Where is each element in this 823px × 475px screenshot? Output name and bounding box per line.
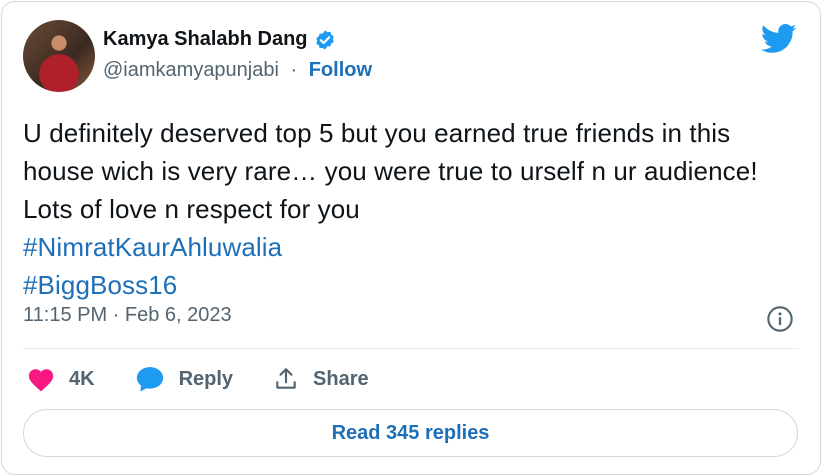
share-label: Share xyxy=(313,367,369,390)
tweet-timestamp[interactable]: 11:15 PM · Feb 6, 2023 xyxy=(23,304,232,327)
display-name[interactable]: Kamya Shalabh Dang xyxy=(103,28,308,51)
like-count: 4K xyxy=(69,367,95,390)
handle-row: @iamkamyapunjabi · Follow xyxy=(103,59,372,82)
tweet-header: Kamya Shalabh Dang @iamkamyapunjabi · Fo… xyxy=(103,28,372,82)
twitter-bird-icon[interactable] xyxy=(761,24,797,56)
reply-bubble-icon xyxy=(136,367,163,392)
reply-button[interactable]: Reply xyxy=(135,365,233,393)
heart-icon xyxy=(28,369,54,392)
name-row: Kamya Shalabh Dang xyxy=(103,28,372,51)
avatar[interactable] xyxy=(23,20,95,92)
follow-link[interactable]: Follow xyxy=(309,59,372,82)
tweet-message: U definitely deserved top 5 but you earn… xyxy=(23,118,758,224)
hashtag-link[interactable]: #NimratKaurAhluwalia xyxy=(23,228,803,266)
verified-badge-icon xyxy=(314,29,336,51)
like-button[interactable]: 4K xyxy=(27,366,95,392)
read-replies-button[interactable]: Read 345 replies xyxy=(23,409,798,457)
hashtag-link[interactable]: #BiggBoss16 xyxy=(23,266,803,304)
info-icon[interactable] xyxy=(766,305,794,333)
tweet-card: Kamya Shalabh Dang @iamkamyapunjabi · Fo… xyxy=(1,1,821,475)
separator: · xyxy=(284,59,303,81)
tweet-text: U definitely deserved top 5 but you earn… xyxy=(23,114,803,304)
share-icon xyxy=(276,368,296,389)
divider xyxy=(23,348,799,349)
reply-label: Reply xyxy=(178,367,234,390)
action-bar: 4K Reply Share xyxy=(27,365,409,393)
handle[interactable]: @iamkamyapunjabi xyxy=(103,59,279,82)
share-button[interactable]: Share xyxy=(273,366,369,392)
